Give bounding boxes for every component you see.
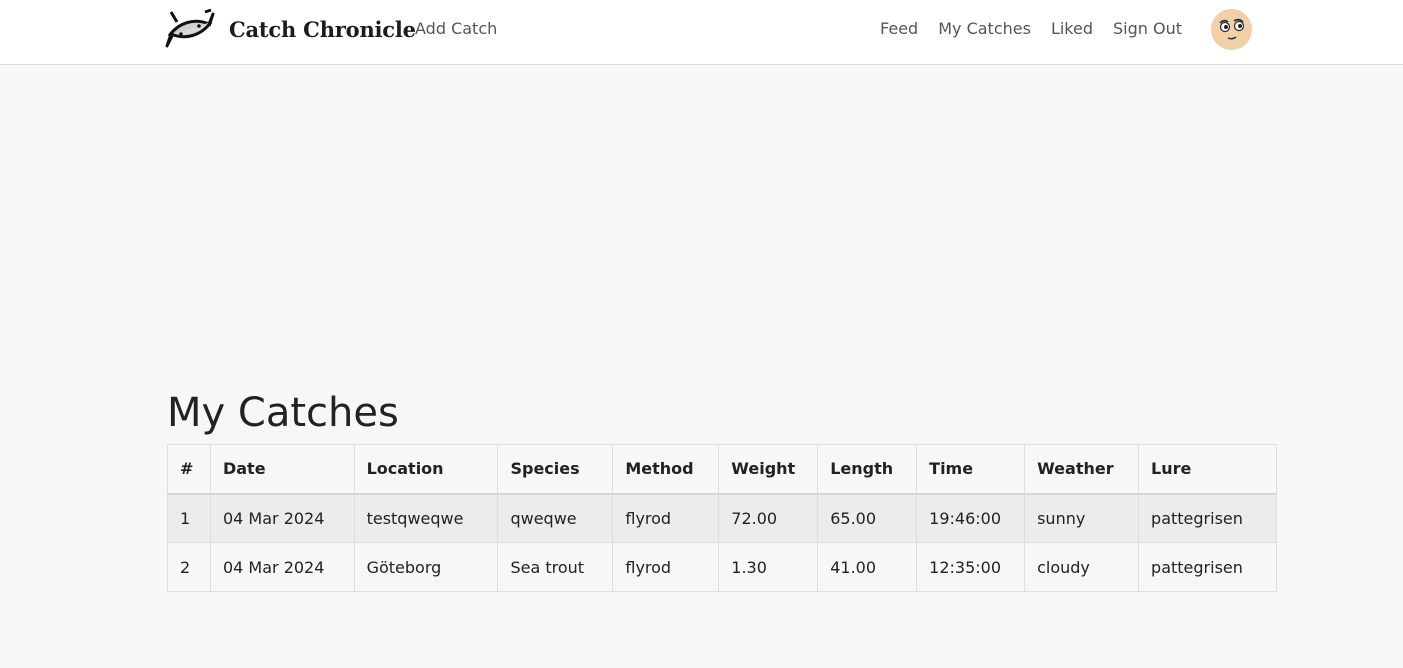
table-row: 2 04 Mar 2024 Göteborg Sea trout flyrod …	[167, 542, 1277, 592]
nav-sign-out[interactable]: Sign Out	[1113, 18, 1182, 40]
cell-weight: 72.00	[718, 493, 819, 543]
nav-add-catch[interactable]: Add Catch	[415, 18, 497, 40]
col-header-number: #	[167, 444, 211, 495]
col-header-weather: Weather	[1024, 444, 1140, 495]
cell-species: qweqwe	[497, 493, 614, 543]
col-header-time: Time	[916, 444, 1026, 495]
cell-date: 04 Mar 2024	[209, 542, 355, 592]
cell-time: 12:35:00	[916, 542, 1026, 592]
cell-location: testqweqwe	[353, 493, 499, 543]
cell-lure: pattegrisen	[1138, 493, 1277, 543]
avatar[interactable]	[1211, 9, 1252, 50]
table-header-row: # Date Location Species Method Weight Le…	[167, 444, 1277, 495]
cell-number: 2	[167, 542, 211, 592]
cartoon-face-avatar-icon	[1211, 9, 1252, 50]
col-header-location: Location	[353, 444, 499, 495]
cell-location: Göteborg	[353, 542, 499, 592]
cell-time: 19:46:00	[916, 493, 1026, 543]
fish-logo-icon	[165, 8, 215, 48]
catches-table: # Date Location Species Method Weight Le…	[167, 444, 1277, 592]
nav-liked[interactable]: Liked	[1051, 18, 1093, 40]
cell-weather: sunny	[1024, 493, 1140, 543]
cell-date: 04 Mar 2024	[209, 493, 355, 543]
nav-right-links: Feed My Catches Liked Sign Out	[860, 18, 1182, 40]
nav-my-catches[interactable]: My Catches	[938, 18, 1031, 40]
cell-weather: cloudy	[1024, 542, 1140, 592]
cell-length: 41.00	[817, 542, 918, 592]
cell-length: 65.00	[817, 493, 918, 543]
table-row: 1 04 Mar 2024 testqweqwe qweqwe flyrod 7…	[167, 493, 1277, 543]
col-header-length: Length	[817, 444, 918, 495]
cell-weight: 1.30	[718, 542, 819, 592]
nav-feed[interactable]: Feed	[880, 18, 918, 40]
page-title: My Catches	[167, 390, 399, 436]
brand-link[interactable]: Catch Chronicle	[165, 5, 416, 53]
cell-method: flyrod	[612, 542, 720, 592]
col-header-weight: Weight	[718, 444, 819, 495]
cell-number: 1	[167, 493, 211, 543]
brand-name: Catch Chronicle	[229, 16, 416, 42]
cell-method: flyrod	[612, 493, 720, 543]
col-header-lure: Lure	[1138, 444, 1277, 495]
navbar: Catch Chronicle Add Catch Feed My Catche…	[0, 0, 1403, 65]
col-header-species: Species	[497, 444, 614, 495]
col-header-date: Date	[209, 444, 355, 495]
col-header-method: Method	[612, 444, 720, 495]
cell-species: Sea trout	[497, 542, 614, 592]
cell-lure: pattegrisen	[1138, 542, 1277, 592]
